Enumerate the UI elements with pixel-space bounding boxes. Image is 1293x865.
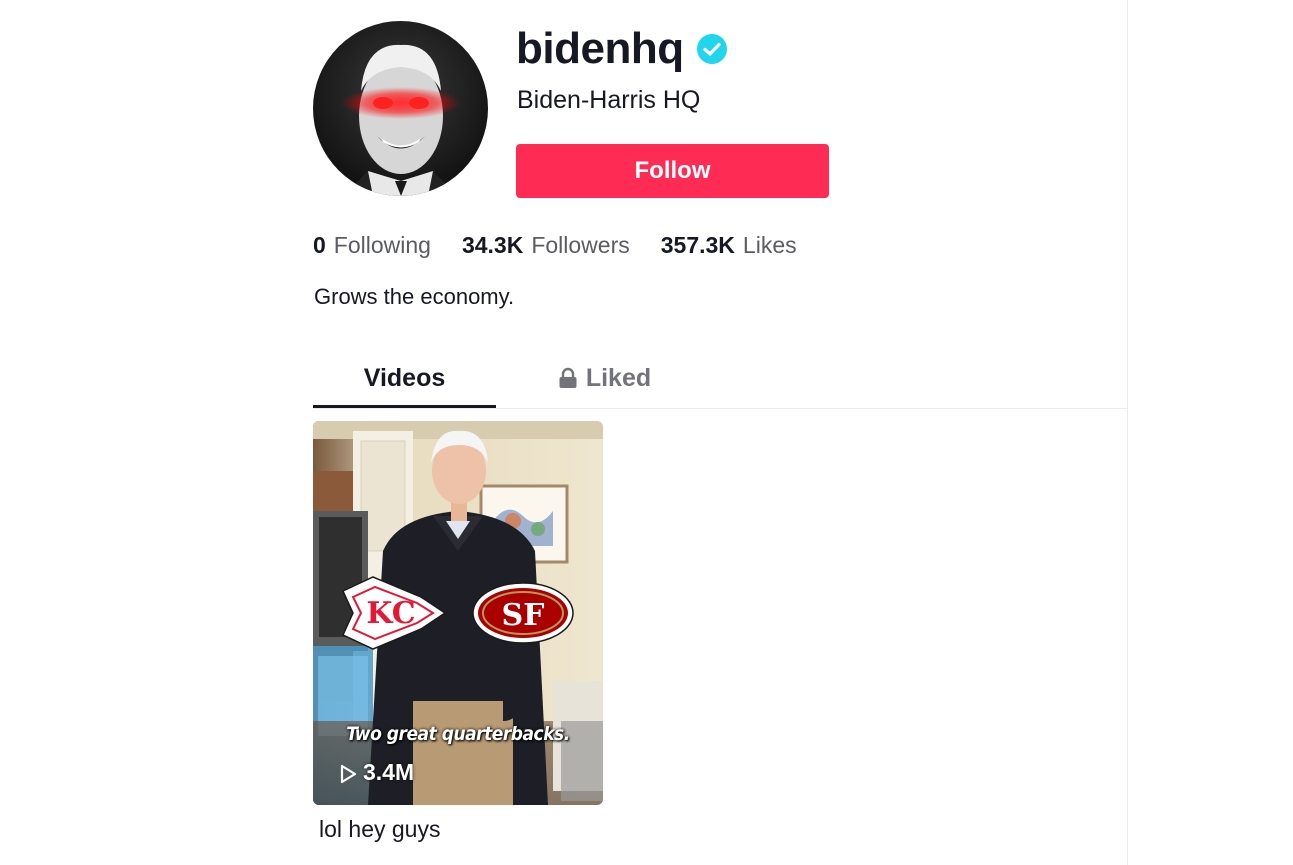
stat-following-label: Following [333,232,431,258]
video-thumbnail: KC SF [313,421,603,805]
username: bidenhq [516,24,684,73]
stat-followers[interactable]: 34.3K Followers [462,232,630,259]
stat-likes-count: 357.3K [660,232,735,258]
video-description[interactable]: lol hey guys [319,816,440,843]
stat-followers-count: 34.3K [461,232,524,258]
svg-text:KC: KC [366,596,415,631]
lock-icon [558,367,578,389]
svg-text:SF: SF [502,598,545,633]
stat-followers-label: Followers [531,232,630,258]
stat-likes: 357.3K Likes [661,232,797,259]
profile-bio: Grows the economy. [314,284,515,309]
page-divider [1127,0,1128,865]
tab-videos-label: Videos [363,363,446,392]
follow-button[interactable]: Follow [516,144,829,198]
stat-following-count: 0 [313,232,326,258]
username-row: bidenhq [516,24,728,74]
video-card[interactable]: KC SF Two great quarterbacks. 3.4M [313,421,603,805]
stat-likes-label: Likes [742,232,797,258]
video-caption-overlay: Two great quarterbacks. [346,723,570,745]
nickname: Biden-Harris HQ [517,86,701,114]
profile-tabs: Videos Liked [313,350,1127,409]
play-icon [339,763,357,783]
video-view-count: 3.4M [363,759,415,785]
tab-liked[interactable]: Liked [546,350,663,406]
video-views: 3.4M [339,759,414,786]
tab-videos[interactable]: Videos [313,350,496,406]
tab-liked-label: Liked [585,363,652,392]
verified-badge-icon [696,33,728,65]
profile-avatar[interactable] [313,21,488,196]
profile-stats: 0 Following 34.3K Followers 357.3K Likes [313,232,828,259]
tab-active-indicator [313,405,496,408]
stat-following[interactable]: 0 Following [313,232,431,259]
